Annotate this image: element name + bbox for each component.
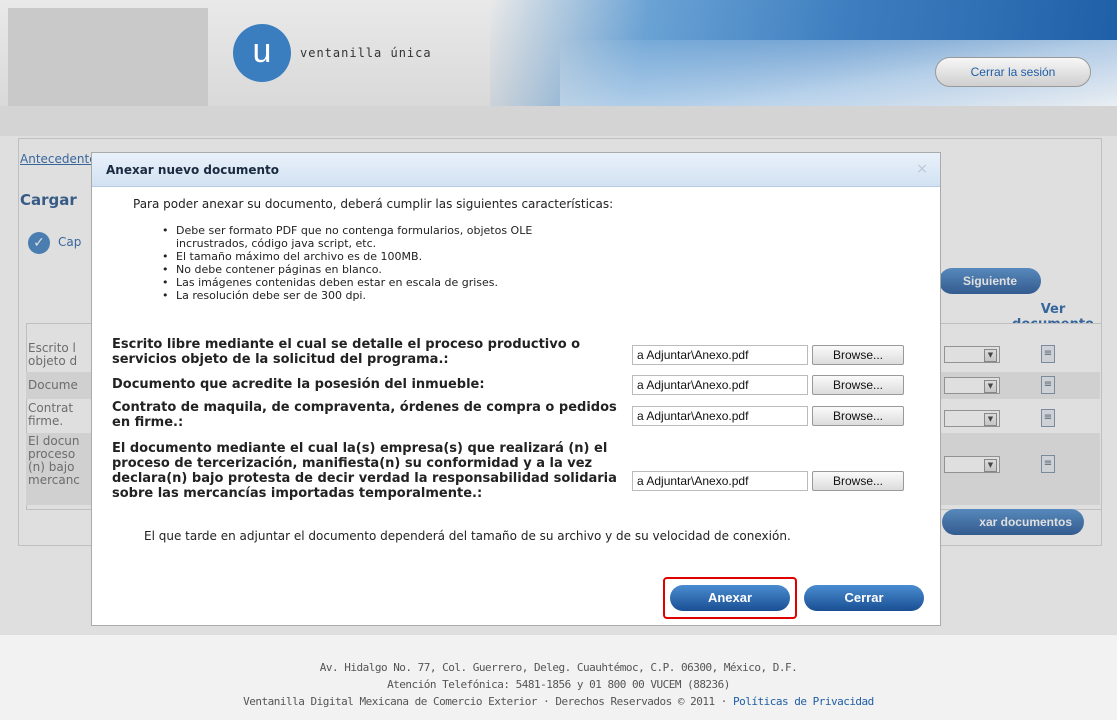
file-input[interactable]: a Adjuntar\Anexo.pdf xyxy=(632,375,808,395)
footer-copyright: Ventanilla Digital Mexicana de Comercio … xyxy=(0,695,1117,708)
browse-button[interactable]: Browse... xyxy=(812,345,904,365)
list-item: Las imágenes contenidas deben estar en e… xyxy=(162,276,902,289)
footer-copyright-text: Ventanilla Digital Mexicana de Comercio … xyxy=(243,695,733,708)
dialog-header: Anexar nuevo documento × xyxy=(92,153,940,187)
document-label: El documento mediante el cual la(s) empr… xyxy=(112,441,617,501)
cerrar-button[interactable]: Cerrar xyxy=(804,585,924,611)
logout-button[interactable]: Cerrar la sesión xyxy=(935,57,1091,87)
footer-phone: Atención Telefónica: 5481-1856 y 01 800 … xyxy=(387,678,730,691)
requirements-list: Debe ser formato PDF que no contenga for… xyxy=(162,224,902,302)
file-input[interactable]: a Adjuntar\Anexo.pdf xyxy=(632,345,808,365)
document-label: Contrato de maquila, de compraventa, órd… xyxy=(112,400,617,430)
footer-address: Av. Hidalgo No. 77, Col. Guerrero, Deleg… xyxy=(319,661,798,674)
file-input[interactable]: a Adjuntar\Anexo.pdf xyxy=(632,471,808,491)
close-icon[interactable]: × xyxy=(916,161,928,177)
dialog-title: Anexar nuevo documento xyxy=(106,163,280,177)
privacy-link[interactable]: Políticas de Privacidad xyxy=(733,695,874,708)
list-item: Debe ser formato PDF que no contenga for… xyxy=(162,224,546,250)
browse-button[interactable]: Browse... xyxy=(812,375,904,395)
document-label: Documento que acredite la posesión del i… xyxy=(112,377,485,392)
upload-note: El que tarde en adjuntar el documento de… xyxy=(144,529,791,543)
attach-document-dialog: Anexar nuevo documento × Para poder anex… xyxy=(91,152,941,626)
document-label: Escrito libre mediante el cual se detall… xyxy=(112,337,581,367)
browse-button[interactable]: Browse... xyxy=(812,406,904,426)
browse-button[interactable]: Browse... xyxy=(812,471,904,491)
header-left-block xyxy=(8,8,208,106)
dialog-intro: Para poder anexar su documento, deberá c… xyxy=(133,197,614,211)
anexar-button[interactable]: Anexar xyxy=(670,585,790,611)
footer: Av. Hidalgo No. 77, Col. Guerrero, Deleg… xyxy=(0,634,1117,720)
list-item: El tamaño máximo del archivo es de 100MB… xyxy=(162,250,902,263)
list-item: La resolución debe ser de 300 dpi. xyxy=(162,289,902,302)
logo-text: ventanilla única xyxy=(300,46,432,60)
list-item: No debe contener páginas en blanco. xyxy=(162,263,902,276)
header: u ventanilla única Cerrar la sesión xyxy=(0,0,1117,106)
file-input[interactable]: a Adjuntar\Anexo.pdf xyxy=(632,406,808,426)
logo-icon: u xyxy=(233,24,291,82)
